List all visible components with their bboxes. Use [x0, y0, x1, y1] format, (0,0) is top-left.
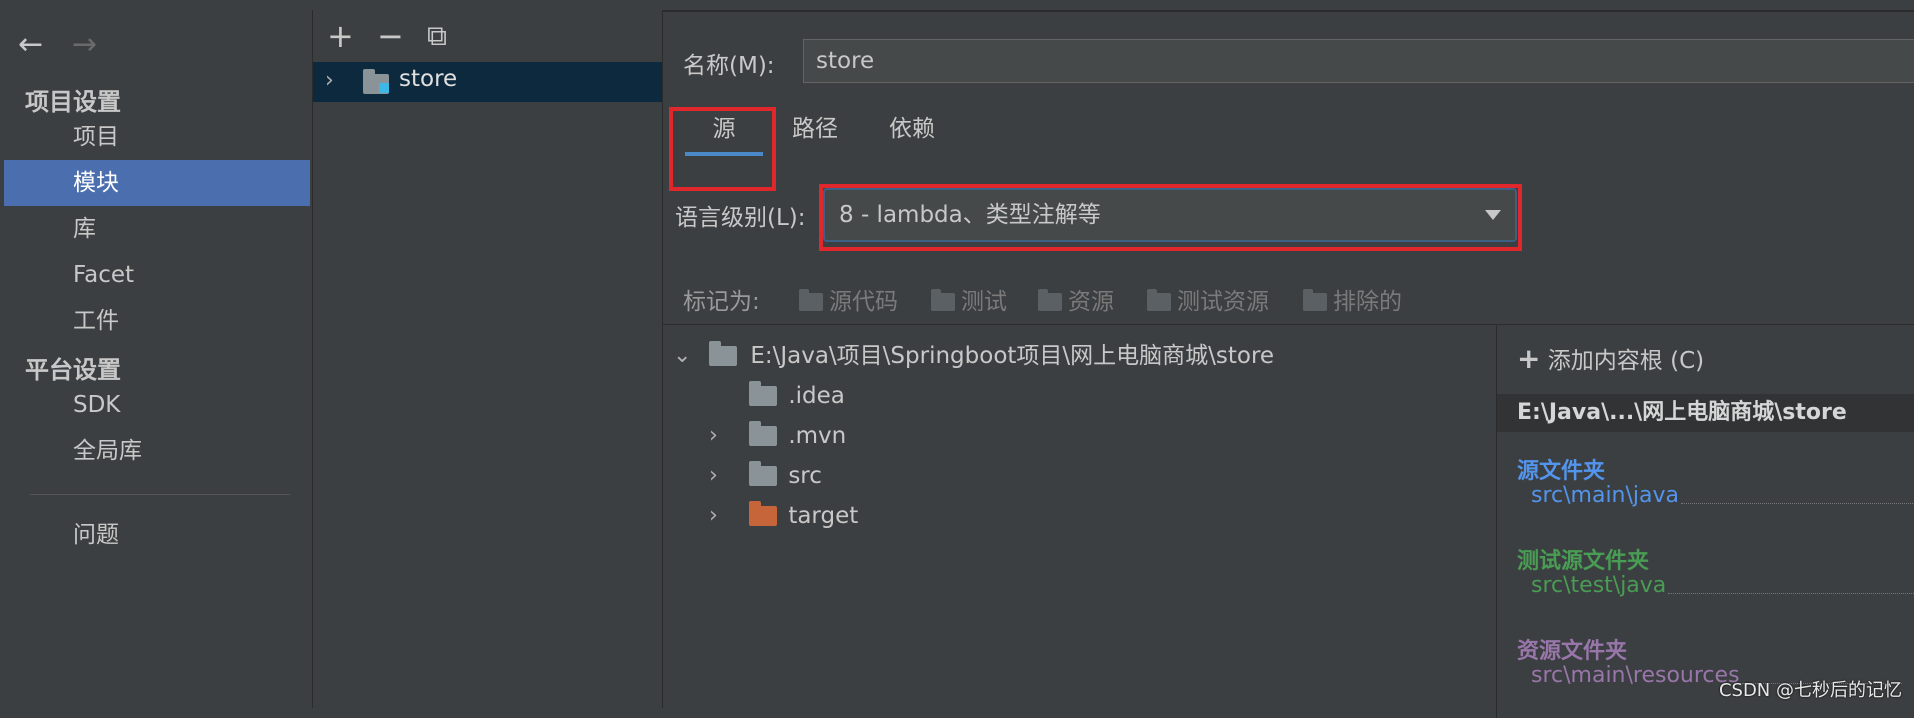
- settings-sidebar: ← → 项目设置 项目 模块 库 Facet 工件 平台设置 SDK 全局库 问…: [0, 10, 313, 708]
- mark-as-label: 标记为:: [683, 289, 760, 315]
- tab-highlight-box: [669, 107, 776, 191]
- source-folders-header: 源文件夹: [1517, 459, 1606, 484]
- sidebar-item-modules[interactable]: 模块: [4, 160, 310, 206]
- folder-icon: [1147, 289, 1171, 311]
- add-content-root-button[interactable]: + 添加内容根 (C): [1517, 341, 1704, 375]
- tree-item-target[interactable]: › target: [673, 498, 858, 534]
- remove-module-button[interactable]: −: [377, 20, 404, 52]
- language-level-label: 语言级别(L):: [675, 205, 806, 231]
- test-folder-path[interactable]: src\test\java: [1531, 573, 1914, 598]
- copy-module-button[interactable]: ⧉: [427, 20, 447, 52]
- folder-icon: [931, 289, 955, 311]
- sidebar-item-libraries[interactable]: 库: [4, 206, 310, 252]
- sidebar-item-global-libraries[interactable]: 全局库: [4, 428, 310, 474]
- content-root-path: E:\Java\...\网上电脑商城\store: [1497, 394, 1914, 432]
- mark-test-resources-button[interactable]: 测试资源: [1147, 282, 1269, 316]
- sidebar-divider: [30, 494, 290, 495]
- tree-item-idea[interactable]: .idea: [673, 378, 845, 414]
- tree-item-src[interactable]: › src: [673, 458, 822, 494]
- sidebar-item-artifacts[interactable]: 工件: [4, 298, 310, 344]
- folder-icon: [749, 421, 777, 446]
- mark-sources-button[interactable]: 源代码: [799, 282, 898, 316]
- watermark: CSDN @七秒后的记忆: [1718, 680, 1902, 701]
- folder-icon: [749, 381, 777, 406]
- folder-icon: [1038, 289, 1062, 311]
- language-level-highlight-box: [819, 184, 1522, 251]
- tab-dependencies[interactable]: 依赖: [877, 105, 947, 153]
- folder-icon: [749, 461, 777, 486]
- mark-resources-button[interactable]: 资源: [1038, 282, 1114, 316]
- name-label: 名称(M):: [683, 53, 775, 79]
- chevron-right-icon[interactable]: ›: [709, 418, 718, 454]
- folder-icon: [709, 341, 737, 366]
- module-settings-pane: 名称(M): 源 路径 依赖 语言级别(L): 8 - lambda、类型注解等…: [663, 10, 1914, 718]
- sidebar-item-facets[interactable]: Facet: [4, 252, 310, 298]
- test-folders-header: 测试源文件夹: [1517, 549, 1650, 574]
- back-arrow-icon[interactable]: ←: [18, 30, 43, 60]
- plus-icon: +: [1517, 342, 1541, 375]
- forward-arrow-icon[interactable]: →: [72, 30, 97, 60]
- chevron-right-icon[interactable]: ›: [709, 458, 718, 494]
- sidebar-item-problems[interactable]: 问题: [4, 512, 310, 558]
- tree-root-row[interactable]: ⌄ E:\Java\项目\Springboot项目\网上电脑商城\store: [673, 338, 1274, 374]
- project-settings-header: 项目设置: [25, 88, 121, 116]
- folder-icon: [1303, 289, 1327, 311]
- excluded-folder-icon: [749, 501, 777, 526]
- add-module-button[interactable]: +: [327, 20, 354, 52]
- resource-folders-header: 资源文件夹: [1517, 639, 1628, 664]
- chevron-right-icon[interactable]: ›: [325, 68, 334, 93]
- mark-excluded-button[interactable]: 排除的: [1303, 282, 1402, 316]
- module-folder-icon: [363, 69, 389, 97]
- module-list-panel: + − ⧉ › store: [313, 10, 663, 708]
- chevron-down-icon[interactable]: ⌄: [673, 338, 691, 374]
- module-name-input[interactable]: [803, 39, 1914, 83]
- module-name: store: [399, 66, 458, 92]
- chevron-right-icon[interactable]: ›: [709, 498, 718, 534]
- source-folder-path[interactable]: src\main\java: [1531, 483, 1914, 508]
- content-root-panel: + 添加内容根 (C) E:\Java\...\网上电脑商城\store 源文件…: [1496, 325, 1914, 718]
- mark-tests-button[interactable]: 测试: [931, 282, 1007, 316]
- sidebar-item-project[interactable]: 项目: [4, 114, 310, 160]
- platform-settings-header: 平台设置: [25, 356, 121, 384]
- module-tree-row[interactable]: › store: [313, 62, 662, 102]
- folder-icon: [799, 289, 823, 311]
- sidebar-item-sdk[interactable]: SDK: [4, 382, 310, 428]
- tree-item-mvn[interactable]: › .mvn: [673, 418, 846, 454]
- tab-paths[interactable]: 路径: [780, 105, 850, 153]
- tree-root-path: E:\Java\项目\Springboot项目\网上电脑商城\store: [750, 343, 1275, 369]
